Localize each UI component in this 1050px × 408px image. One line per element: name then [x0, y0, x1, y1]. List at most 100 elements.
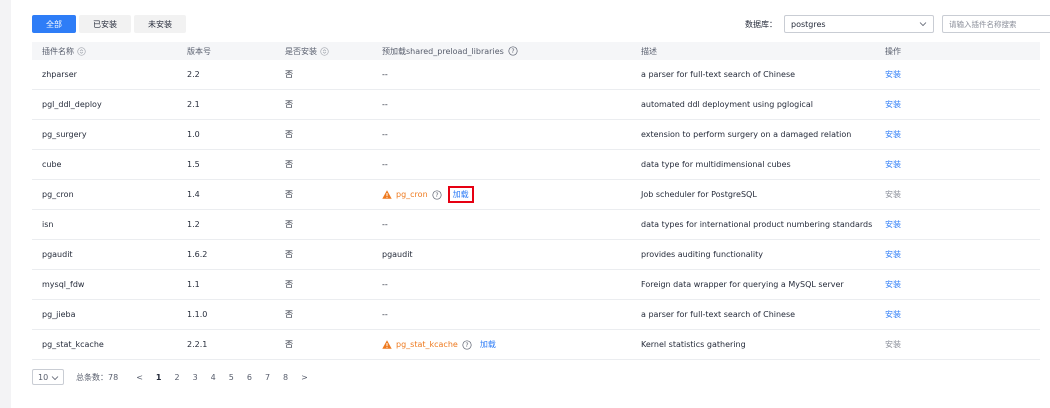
install-button[interactable]: 安装: [885, 309, 901, 320]
cell-version: 1.6.2: [187, 250, 208, 259]
column-installed-label: 是否安装: [285, 46, 317, 56]
cell-version: 2.2.1: [187, 340, 208, 349]
cell-preload: --: [382, 220, 388, 229]
column-version: 版本号: [187, 46, 211, 56]
install-button[interactable]: 安装: [885, 249, 901, 260]
tab-all[interactable]: 全部: [32, 15, 76, 33]
table-row: cube 1.5 否 -- data type for multidimensi…: [32, 150, 1040, 180]
cell-installed: 否: [285, 100, 293, 109]
pagination: 10 总条数：78 < 1 2 3 4 5 6 7 8 >: [32, 369, 321, 385]
cell-installed: 否: [285, 310, 293, 319]
page-size-select[interactable]: 10: [32, 369, 64, 385]
tab-installed[interactable]: 已安装: [79, 15, 131, 33]
warning-icon: [382, 340, 392, 349]
plugin-table: 插件名称 版本号 是否安装 预加载shared_preload_librarie…: [32, 42, 1040, 360]
cell-name: cube: [42, 160, 62, 169]
cell-description: extension to perform surgery on a damage…: [641, 130, 852, 139]
install-button[interactable]: 安装: [885, 339, 901, 350]
table-row: pgaudit 1.6.2 否 pgaudit provides auditin…: [32, 240, 1040, 270]
install-button[interactable]: 安装: [885, 99, 901, 110]
table-row: zhparser 2.2 否 -- a parser for full-text…: [32, 60, 1040, 90]
cell-version: 2.2: [187, 70, 200, 79]
toolbar: 全部 已安装 未安装 数据库： postgres 请输入插件名称搜索: [32, 15, 1050, 35]
database-select[interactable]: postgres: [784, 15, 934, 33]
cell-name: pg_surgery: [42, 130, 87, 139]
cell-name: zhparser: [42, 70, 77, 79]
install-button[interactable]: 安装: [885, 69, 901, 80]
cell-installed: 否: [285, 130, 293, 139]
install-button[interactable]: 安装: [885, 189, 901, 200]
search-input[interactable]: 请输入插件名称搜索: [942, 15, 1050, 33]
column-preload: 预加载shared_preload_libraries?: [382, 46, 518, 57]
table-row: pg_surgery 1.0 否 -- extension to perform…: [32, 120, 1040, 150]
cell-version: 1.5: [187, 160, 200, 169]
page-button-6[interactable]: 6: [247, 373, 252, 382]
install-button[interactable]: 安装: [885, 279, 901, 290]
cell-preload: --: [382, 100, 388, 109]
database-label: 数据库：: [745, 20, 777, 29]
cell-name: pgl_ddl_deploy: [42, 100, 102, 109]
page-button-2[interactable]: 2: [174, 373, 179, 382]
column-action: 操作: [885, 46, 901, 56]
load-button[interactable]: 加载: [447, 186, 474, 203]
cell-version: 1.0: [187, 130, 200, 139]
cell-installed: 否: [285, 190, 293, 199]
cell-installed: 否: [285, 280, 293, 289]
cell-version: 2.1: [187, 100, 200, 109]
column-name-label: 插件名称: [42, 46, 74, 56]
install-button[interactable]: 安装: [885, 159, 901, 170]
chevron-down-icon: [51, 376, 59, 381]
cell-preload: --: [382, 310, 388, 319]
table-row: pg_jieba 1.1.0 否 -- a parser for full-te…: [32, 300, 1040, 330]
total-count: 总条数：78: [76, 372, 119, 382]
column-installed: 是否安装: [285, 46, 329, 57]
cell-description: provides auditing functionality: [641, 250, 763, 259]
help-icon[interactable]: ?: [432, 189, 442, 200]
column-preload-label: 预加载shared_preload_libraries: [382, 46, 504, 56]
sort-icon[interactable]: [77, 46, 86, 56]
table-row: mysql_fdw 1.1 否 -- Foreign data wrapper …: [32, 270, 1040, 300]
cell-description: a parser for full-text search of Chinese: [641, 70, 796, 79]
tab-group: 全部 已安装 未安装: [32, 15, 189, 33]
preload-library-name: pg_stat_kcache: [396, 340, 458, 349]
page-button-5[interactable]: 5: [229, 373, 234, 382]
page-button-7[interactable]: 7: [265, 373, 270, 382]
table-row: pg_stat_kcache 2.2.1 否 pg_stat_kcache ? …: [32, 330, 1040, 360]
tab-not-installed[interactable]: 未安装: [134, 15, 186, 33]
svg-text:?: ?: [435, 192, 438, 199]
page-button-3[interactable]: 3: [193, 373, 198, 382]
cell-version: 1.1: [187, 280, 200, 289]
cell-installed: 否: [285, 220, 293, 229]
cell-preload: pgaudit: [382, 250, 413, 259]
cell-installed: 否: [285, 340, 293, 349]
help-icon[interactable]: ?: [508, 46, 518, 56]
install-button[interactable]: 安装: [885, 219, 901, 230]
column-name: 插件名称: [42, 46, 86, 57]
cell-version: 1.1.0: [187, 310, 208, 319]
cell-description: data types for international product num…: [641, 220, 873, 229]
cell-description: Job scheduler for PostgreSQL: [641, 190, 757, 199]
install-button[interactable]: 安装: [885, 129, 901, 140]
cell-description: a parser for full-text search of Chinese: [641, 310, 796, 319]
page-button-1[interactable]: 1: [156, 373, 162, 382]
cell-description: automated ddl deployment using pglogical: [641, 100, 813, 109]
cell-description: data type for multidimensional cubes: [641, 160, 791, 169]
prev-page-button[interactable]: <: [136, 373, 143, 382]
cell-name: mysql_fdw: [42, 280, 85, 289]
cell-name: pg_cron: [42, 190, 74, 199]
load-button[interactable]: 加载: [480, 339, 496, 350]
page-button-8[interactable]: 8: [283, 373, 288, 382]
column-description: 描述: [641, 46, 657, 56]
help-icon[interactable]: ?: [462, 339, 472, 350]
cell-preload: --: [382, 160, 388, 169]
next-page-button[interactable]: >: [301, 373, 308, 382]
cell-name: pgaudit: [42, 250, 73, 259]
page-button-4[interactable]: 4: [211, 373, 216, 382]
preload-library-name: pg_cron: [396, 190, 428, 199]
svg-text:?: ?: [511, 48, 514, 55]
left-rail: [0, 0, 11, 408]
svg-text:?: ?: [465, 342, 468, 349]
cell-installed: 否: [285, 250, 293, 259]
cell-description: Kernel statistics gathering: [641, 340, 746, 349]
sort-icon[interactable]: [320, 46, 329, 56]
